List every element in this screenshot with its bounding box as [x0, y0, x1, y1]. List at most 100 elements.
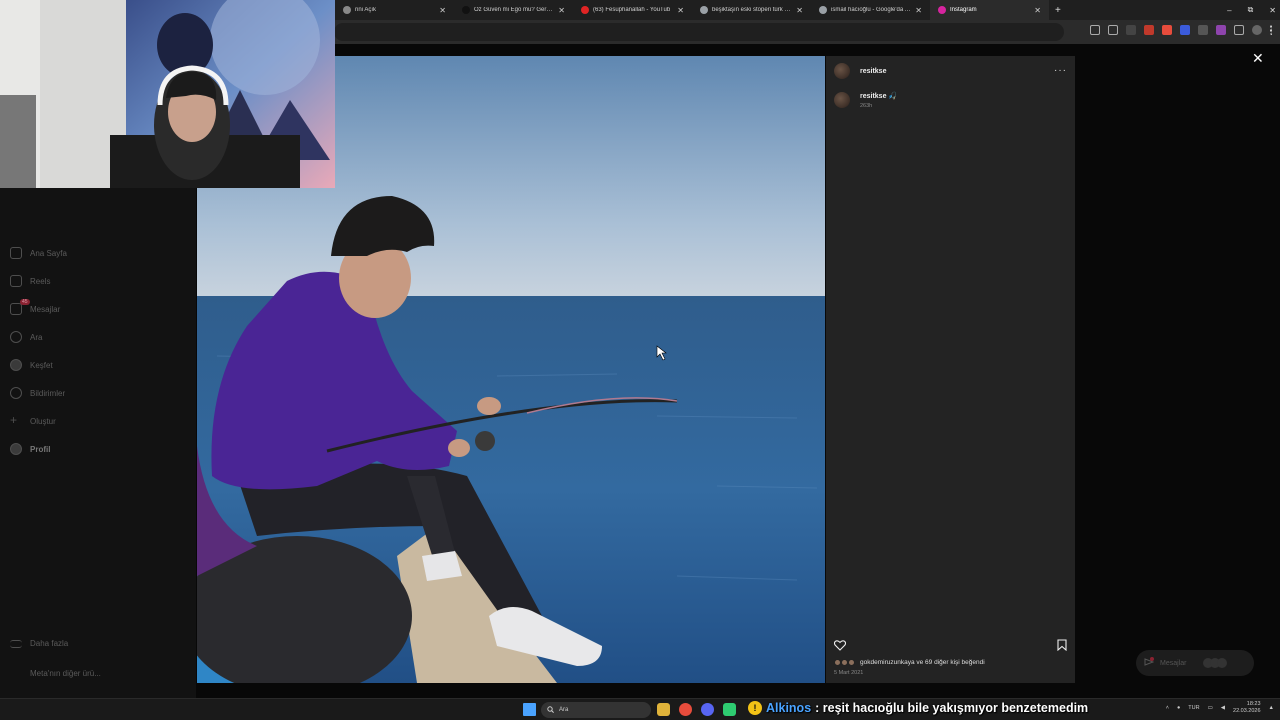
- sidebar-item-meta[interactable]: Meta'nın diğer ürü...: [10, 667, 101, 679]
- search-icon: [10, 331, 22, 343]
- sidebar-item-label: Bildirimler: [30, 388, 66, 398]
- tab-favicon-icon: [938, 6, 946, 14]
- extension-icon[interactable]: [1144, 25, 1154, 35]
- caption-username[interactable]: resitkse: [860, 93, 886, 100]
- heart-icon: [10, 387, 22, 399]
- sidebar-item-profile[interactable]: Profil: [10, 443, 50, 455]
- extension-icons: [1090, 25, 1274, 35]
- clock[interactable]: 18:23 22.03.2026: [1233, 701, 1261, 715]
- chrome-icon[interactable]: [679, 703, 692, 716]
- caption-emoji: 🎣: [888, 93, 898, 100]
- tab-favicon-icon: [462, 6, 470, 14]
- menu-icon: [10, 639, 22, 648]
- notification-badge: 45: [20, 299, 30, 305]
- extension-icon[interactable]: [1126, 25, 1136, 35]
- home-icon: [10, 247, 22, 259]
- tab-close-icon[interactable]: ✕: [1034, 6, 1041, 15]
- tab-title: rini Açık: [355, 7, 377, 13]
- heart-icon[interactable]: [833, 638, 847, 656]
- chevron-up-icon[interactable]: ˄: [1166, 705, 1169, 711]
- browser-tab[interactable]: Öz Güven mi Ego mu? Gerçek Y ✕: [454, 0, 573, 20]
- address-bar[interactable]: [334, 23, 1064, 41]
- explore-icon: [10, 359, 22, 371]
- messages-icon: [1144, 657, 1155, 669]
- avatar[interactable]: [834, 63, 850, 79]
- sidebar-item-label: Mesajlar: [30, 304, 61, 314]
- sidebar-item-notifications[interactable]: Bildirimler: [10, 387, 65, 399]
- star-icon[interactable]: [1108, 25, 1118, 35]
- sidebar-item-label: Meta'nın diğer ürü...: [30, 668, 101, 678]
- plus-icon: +: [10, 413, 18, 427]
- chat-text: : reşit hacıoğlu bile yakışmıyor benzete…: [815, 700, 1089, 715]
- post-caption: resitkse 🎣 263h: [834, 92, 897, 109]
- avatar[interactable]: [834, 92, 850, 108]
- minimize-button[interactable]: –: [1227, 6, 1231, 15]
- close-modal-icon[interactable]: ✕: [1252, 50, 1264, 67]
- browser-tab[interactable]: beşiktaşın eski stoperi türk - Gö ✕: [692, 0, 811, 20]
- messages-label: Mesajlar: [1160, 659, 1187, 667]
- clock-time: 18:23: [1246, 701, 1261, 707]
- extension-icon[interactable]: [1180, 25, 1190, 35]
- screen: rini Açık ✕ Öz Güven mi Ego mu? Gerçek Y ✕(…: [0, 0, 1280, 720]
- extension-icon[interactable]: [1198, 25, 1208, 35]
- language-indicator[interactable]: TUR: [1188, 705, 1199, 711]
- tab-close-icon[interactable]: ✕: [558, 6, 565, 15]
- tab-close-icon[interactable]: ✕: [796, 6, 803, 15]
- sidebar-item-messages[interactable]: 45 Mesajlar: [10, 299, 61, 315]
- sidebar-item-create[interactable]: + Oluştur: [10, 413, 56, 427]
- cast-icon[interactable]: [1090, 25, 1100, 35]
- caption-line: resitkse 🎣: [860, 92, 897, 100]
- liker-avatar: [848, 659, 855, 666]
- tab-title: Instagram: [950, 7, 977, 13]
- tab-favicon-icon: [343, 6, 351, 14]
- restore-button[interactable]: ⧉: [1248, 5, 1254, 15]
- extension-icon[interactable]: [1216, 25, 1226, 35]
- extension-icon[interactable]: [1162, 25, 1172, 35]
- tab-close-icon[interactable]: ✕: [439, 6, 446, 15]
- tab-close-icon[interactable]: ✕: [915, 6, 922, 15]
- sidebar-item-explore[interactable]: Keşfet: [10, 359, 53, 371]
- more-options-icon[interactable]: ···: [1054, 65, 1067, 76]
- post-username[interactable]: resitkse: [860, 68, 886, 75]
- network-icon[interactable]: ▭: [1208, 705, 1213, 711]
- browser-tab[interactable]: rini Açık ✕: [335, 0, 454, 20]
- post-details-panel: resitkse ··· resitkse 🎣 263h gokdemiruzu…: [826, 56, 1075, 683]
- sidebar-item-label: Ara: [30, 332, 43, 342]
- sidebar-item-label: Oluştur: [30, 416, 56, 426]
- reels-icon: [10, 275, 22, 287]
- browser-tab[interactable]: (63) Fesuphanallah - YouTub ✕: [573, 0, 692, 20]
- kebab-menu-icon[interactable]: [1270, 25, 1274, 35]
- sidebar-item-home[interactable]: Ana Sayfa: [10, 247, 67, 259]
- sidebar-item-label: Profil: [30, 444, 51, 454]
- clock-date: 22.03.2026: [1233, 708, 1261, 714]
- browser-tab[interactable]: Instagram ✕: [930, 0, 1049, 20]
- taskbar-search[interactable]: Ara: [541, 702, 651, 718]
- volume-icon[interactable]: ◀: [1221, 705, 1225, 711]
- post-header: resitkse: [834, 63, 886, 79]
- sidebar-item-label: Reels: [30, 276, 51, 286]
- profile-icon[interactable]: [1252, 25, 1262, 35]
- browser-tab[interactable]: ismail hacıoğlu - Google'da Ara ✕: [811, 0, 930, 20]
- sidebar-item-more[interactable]: Daha fazla: [10, 639, 68, 648]
- puzzle-icon[interactable]: [1234, 25, 1244, 35]
- mic-icon[interactable]: ●: [1177, 705, 1180, 711]
- close-window-button[interactable]: ✕: [1269, 6, 1276, 15]
- sidebar-item-label: Ana Sayfa: [30, 248, 67, 258]
- meta-icon: [10, 667, 22, 679]
- notification-bell-icon[interactable]: ▲: [1269, 705, 1274, 711]
- discord-icon[interactable]: [701, 703, 714, 716]
- stream-chat-message: ! Alkinos : reşit hacıoğlu bile yakışmıy…: [748, 699, 1088, 716]
- messages-pill[interactable]: Mesajlar: [1136, 650, 1254, 676]
- tab-close-icon[interactable]: ✕: [677, 6, 684, 15]
- app-icon[interactable]: [723, 703, 736, 716]
- sidebar-item-reels[interactable]: Reels: [10, 275, 50, 287]
- sidebar-item-search[interactable]: Ara: [10, 331, 42, 343]
- file-explorer-icon[interactable]: [657, 703, 670, 716]
- webcam-overlay: [0, 0, 335, 188]
- bookmark-icon[interactable]: [1057, 638, 1067, 656]
- likes-summary[interactable]: gokdemiruzunkaya ve 69 diğer kişi beğend…: [834, 659, 985, 666]
- system-tray: ˄ ● TUR ▭ ◀ 18:23 22.03.2026 ▲: [1166, 701, 1274, 715]
- post-date: 5 Mart 2021: [834, 670, 864, 676]
- windows-start-icon[interactable]: [523, 703, 536, 716]
- new-tab-button[interactable]: +: [1055, 5, 1061, 16]
